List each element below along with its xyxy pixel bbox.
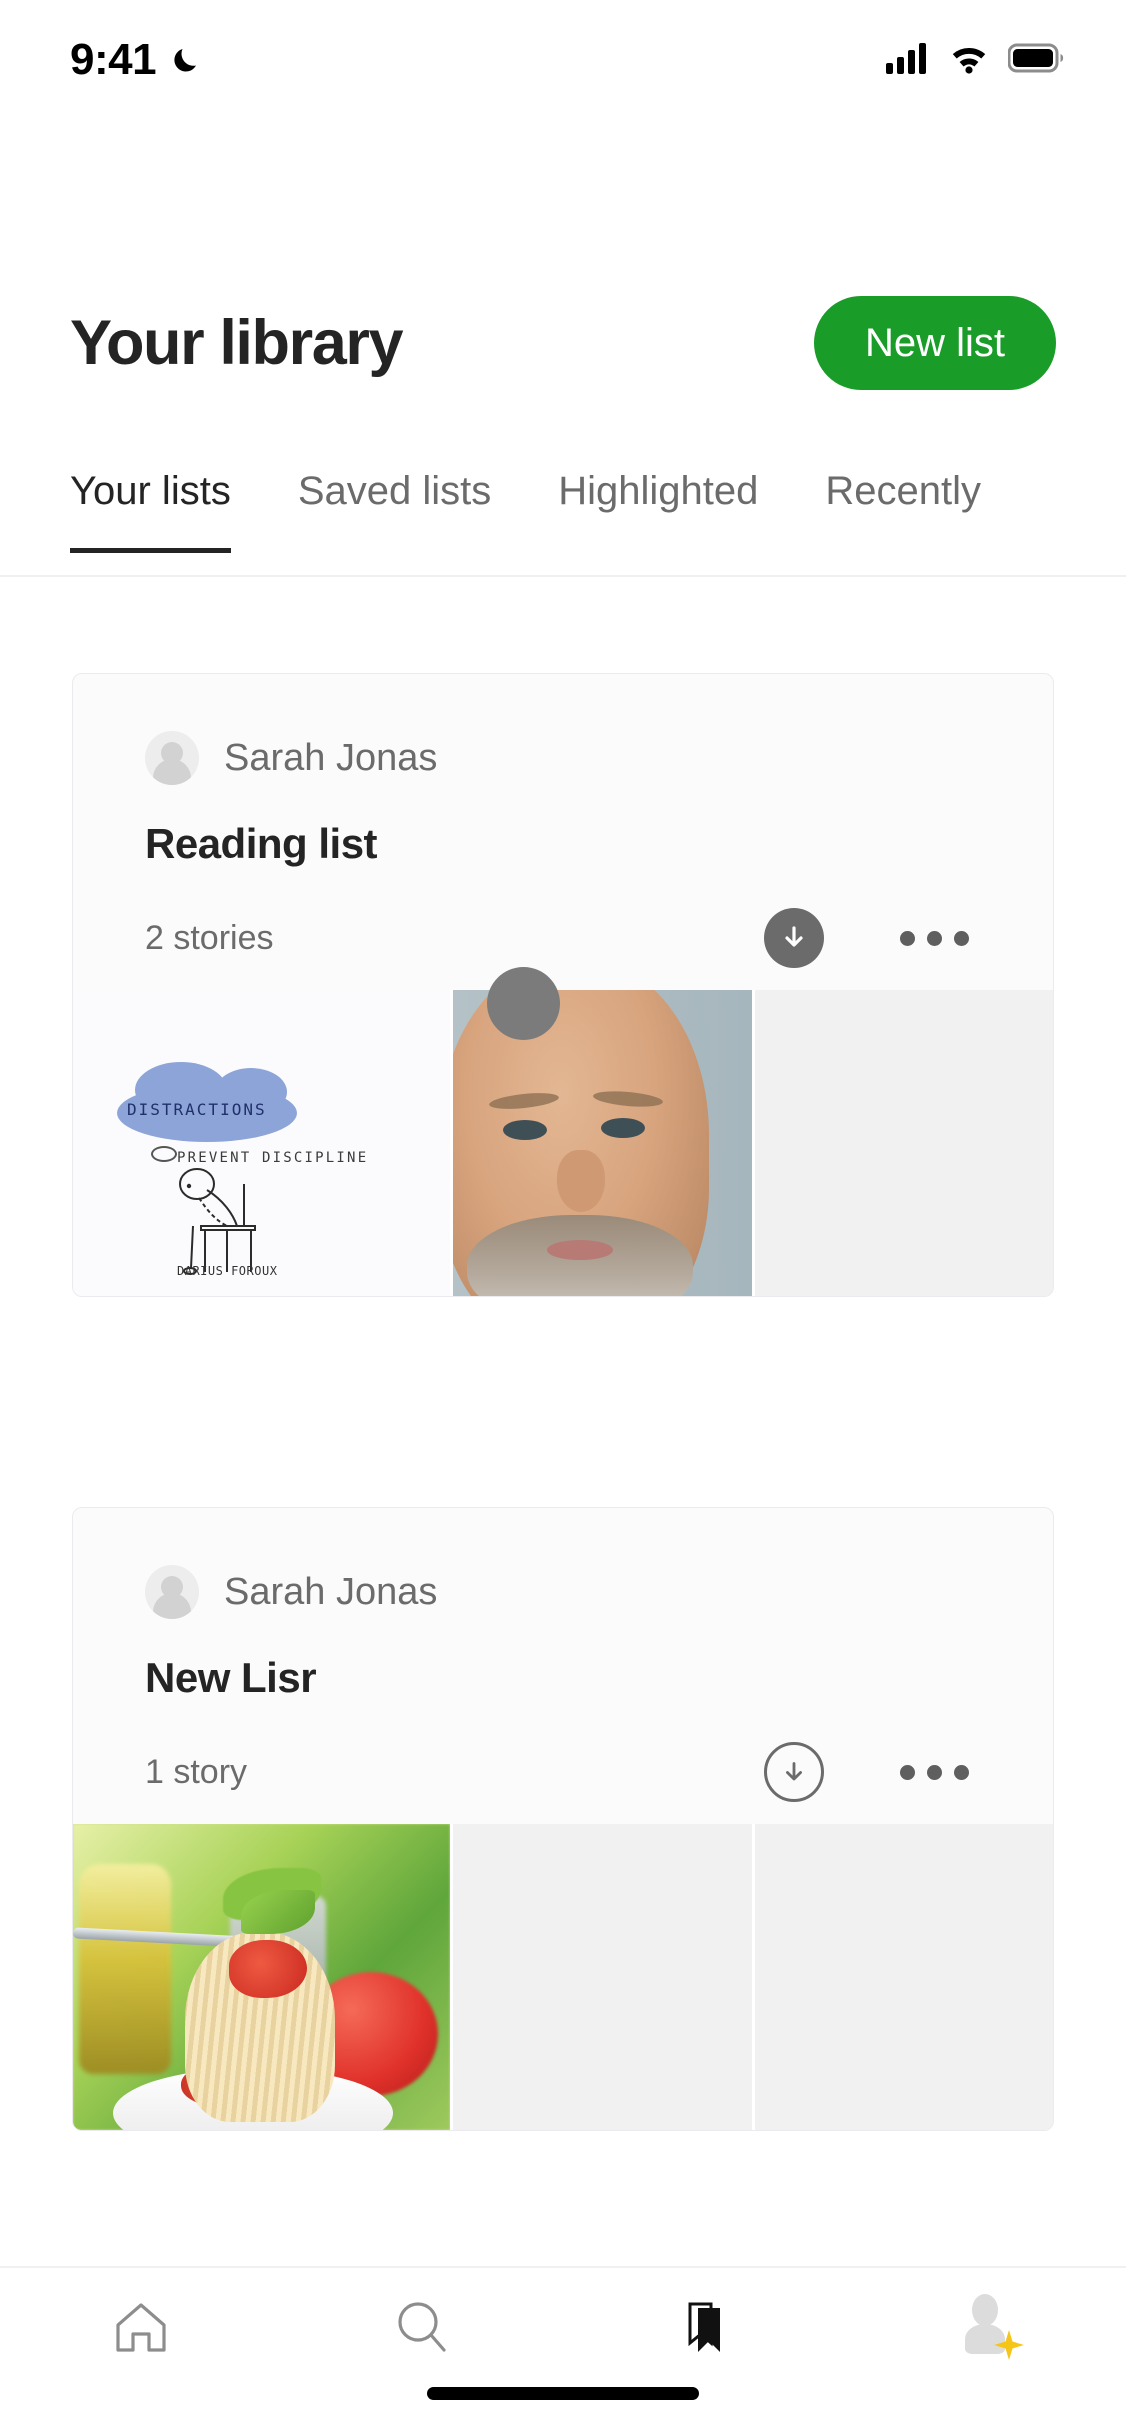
list-title: Reading list <box>145 820 378 867</box>
more-horizontal-icon[interactable] <box>896 917 973 960</box>
list-actions <box>764 1742 981 1802</box>
story-count: 2 stories <box>145 918 274 957</box>
lists-scroll-area[interactable]: Sarah Jonas Reading list 2 stories DISTR… <box>0 577 1126 2266</box>
mini-bubble-shape <box>151 1146 177 1162</box>
list-actions <box>764 908 981 968</box>
author-row: Sarah Jonas <box>145 731 981 785</box>
list-meta-row: 2 stories <box>145 908 981 968</box>
download-circle-outline-icon[interactable] <box>764 1742 824 1802</box>
status-bar-right <box>886 42 1064 79</box>
list-thumbnail-empty <box>452 1824 753 2130</box>
author-name: Sarah Jonas <box>224 736 438 779</box>
status-bar: 9:41 <box>0 0 1126 120</box>
list-thumbnail-empty <box>755 990 1053 1296</box>
tab-recently[interactable]: Recently <box>825 455 981 553</box>
sparkle-star-icon <box>994 2330 1025 2360</box>
portrait-photo <box>452 990 753 1296</box>
avatar <box>145 1565 199 1619</box>
list-card[interactable]: Sarah Jonas New Lisr 1 story <box>72 1507 1054 2131</box>
status-time: 9:41 <box>70 35 157 84</box>
wifi-icon <box>948 42 990 79</box>
distractions-illustration: DISTRACTIONS PREVENT DISCIPLINE DARIUS F… <box>73 990 450 1296</box>
sub-text: PREVENT DISCIPLINE <box>177 1150 369 1166</box>
tab-your-lists[interactable]: Your lists <box>70 455 231 553</box>
moon-icon <box>170 43 204 77</box>
nav-home[interactable] <box>61 2294 221 2365</box>
home-indicator <box>427 2387 699 2400</box>
library-tabs[interactable]: Your lists Saved lists Highlighted Recen… <box>0 455 1126 577</box>
new-list-button[interactable]: New list <box>813 296 1056 390</box>
list-thumbnails <box>73 1824 1053 2130</box>
list-card[interactable]: Sarah Jonas Reading list 2 stories DISTR… <box>72 673 1054 1297</box>
bookmark-icon <box>671 2294 737 2365</box>
home-icon <box>108 2294 174 2365</box>
list-thumbnails: DISTRACTIONS PREVENT DISCIPLINE DARIUS F… <box>73 990 1053 1296</box>
list-thumbnail[interactable] <box>452 990 753 1296</box>
list-meta-row: 1 story <box>145 1742 981 1802</box>
more-horizontal-icon[interactable] <box>896 1751 973 1794</box>
tab-saved-lists[interactable]: Saved lists <box>298 455 491 553</box>
tab-highlighted[interactable]: Highlighted <box>558 455 758 553</box>
page-title: Your library <box>70 308 404 378</box>
nav-search[interactable] <box>342 2294 502 2365</box>
list-card-header: Sarah Jonas New Lisr 1 story <box>73 1508 1053 1802</box>
list-thumbnail[interactable]: DISTRACTIONS PREVENT DISCIPLINE DARIUS F… <box>73 990 450 1296</box>
signature-text: DARIUS FOROUX <box>177 1264 278 1278</box>
cellular-signal-icon <box>886 42 930 79</box>
app-root: 9:41 Your library New list Your lists Sa… <box>0 0 1126 2436</box>
author-row: Sarah Jonas <box>145 1565 981 1619</box>
battery-full-icon <box>1007 42 1064 79</box>
bottom-navigation[interactable] <box>0 2266 1126 2436</box>
avatar <box>145 731 199 785</box>
list-title: New Lisr <box>145 1654 317 1701</box>
list-thumbnail-empty <box>755 1824 1053 2130</box>
list-card-header: Sarah Jonas Reading list 2 stories <box>73 674 1053 968</box>
nav-profile[interactable] <box>905 2294 1065 2360</box>
status-bar-left: 9:41 <box>70 35 204 85</box>
pasta-photo <box>73 1824 450 2130</box>
list-thumbnail[interactable] <box>73 1824 450 2130</box>
page-header: Your library New list <box>0 278 1126 408</box>
download-circle-filled-icon[interactable] <box>764 908 824 968</box>
story-count: 1 story <box>145 1752 248 1791</box>
cloud-text: DISTRACTIONS <box>127 1100 267 1119</box>
author-name: Sarah Jonas <box>224 1570 438 1613</box>
search-icon <box>389 2294 455 2365</box>
nav-library[interactable] <box>624 2294 784 2365</box>
profile-avatar-icon <box>958 2294 1025 2360</box>
